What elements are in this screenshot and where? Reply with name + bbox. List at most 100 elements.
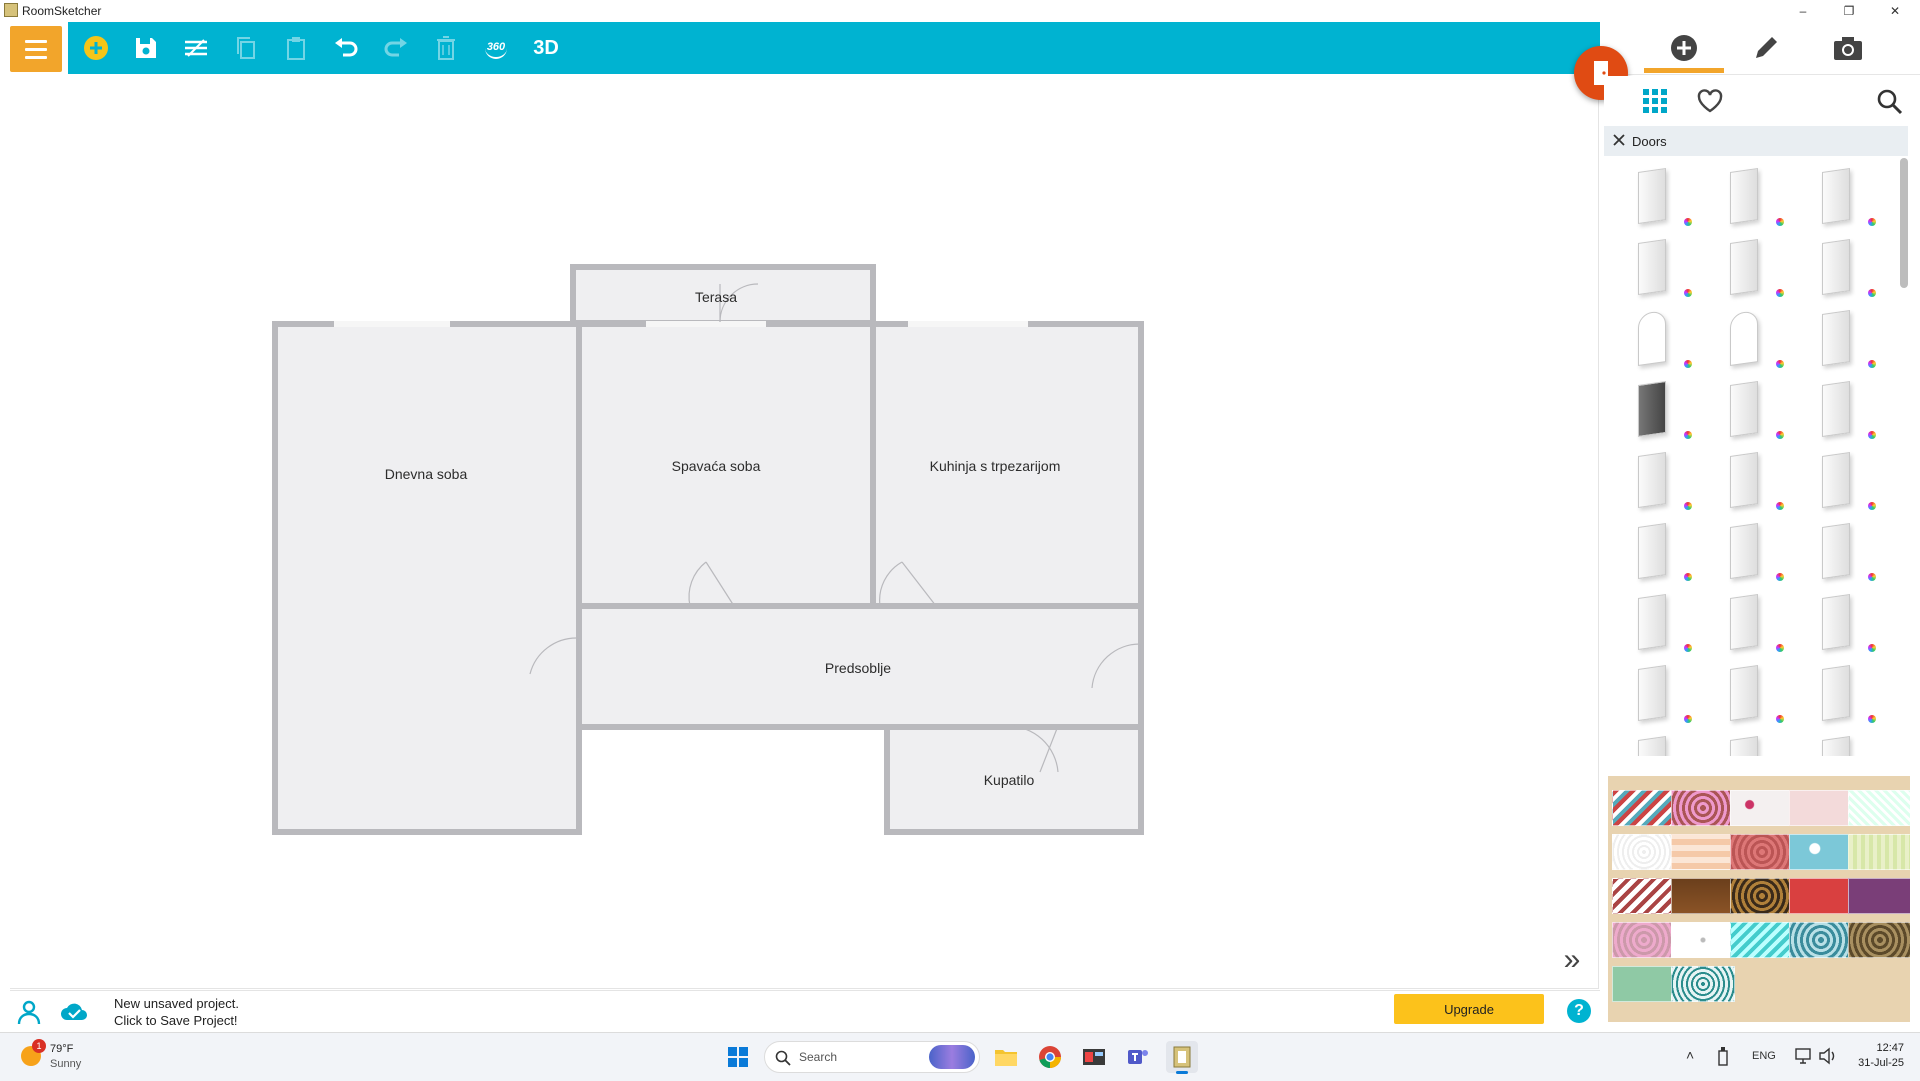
door-catalog-item[interactable] bbox=[1792, 590, 1882, 656]
save-project-prompt[interactable]: New unsaved project. Click to Save Proje… bbox=[114, 995, 239, 1029]
delete-button[interactable] bbox=[424, 22, 468, 74]
network-tray-icon[interactable] bbox=[1794, 1047, 1814, 1065]
view-360-button[interactable]: 360 bbox=[474, 22, 518, 74]
material-swatch[interactable] bbox=[1671, 966, 1735, 1002]
door-catalog-item[interactable] bbox=[1608, 164, 1698, 230]
door-catalog-item[interactable] bbox=[1700, 164, 1790, 230]
save-button[interactable] bbox=[124, 22, 168, 74]
maximize-button[interactable]: ❐ bbox=[1826, 0, 1872, 22]
teams-app[interactable] bbox=[1122, 1041, 1154, 1073]
account-button[interactable] bbox=[16, 999, 42, 1025]
grid-view-button[interactable] bbox=[1642, 88, 1668, 114]
door-catalog-item[interactable] bbox=[1792, 164, 1882, 230]
door-catalog-item[interactable] bbox=[1792, 661, 1882, 727]
weather-widget[interactable]: 1 bbox=[18, 1039, 46, 1069]
door-catalog-item[interactable] bbox=[1700, 732, 1790, 756]
material-swatch[interactable] bbox=[1730, 790, 1794, 826]
door-catalog-item[interactable] bbox=[1608, 448, 1698, 514]
drawing-canvas[interactable]: da Terasa Dnevna soba Spavaća soba Kuhin… bbox=[10, 78, 1599, 989]
door-catalog-item[interactable] bbox=[1700, 235, 1790, 301]
material-swatch[interactable] bbox=[1730, 922, 1794, 958]
weather-text[interactable]: 79°F Sunny bbox=[50, 1042, 81, 1072]
door-catalog-item[interactable] bbox=[1792, 306, 1882, 372]
door-catalog-item[interactable] bbox=[1792, 732, 1882, 756]
door-catalog-item[interactable] bbox=[1608, 661, 1698, 727]
material-swatch[interactable] bbox=[1848, 878, 1910, 914]
material-swatch[interactable] bbox=[1612, 922, 1676, 958]
close-icon bbox=[1613, 134, 1625, 146]
terminal-app[interactable] bbox=[1078, 1041, 1110, 1073]
door-catalog-item[interactable] bbox=[1792, 519, 1882, 585]
door-catalog-item[interactable] bbox=[1700, 519, 1790, 585]
door-catalog-item[interactable] bbox=[1700, 661, 1790, 727]
material-swatch[interactable] bbox=[1789, 878, 1853, 914]
material-swatch[interactable] bbox=[1848, 790, 1910, 826]
start-button[interactable] bbox=[722, 1041, 754, 1073]
floor-levels-button[interactable] bbox=[174, 22, 218, 74]
tab-camera[interactable] bbox=[1808, 22, 1888, 74]
door-catalog-item[interactable] bbox=[1700, 377, 1790, 443]
material-swatch[interactable] bbox=[1671, 790, 1735, 826]
hamburger-menu-button[interactable] bbox=[10, 26, 62, 72]
door-thumbnail bbox=[1730, 310, 1758, 366]
file-explorer-app[interactable] bbox=[990, 1041, 1022, 1073]
material-swatch[interactable] bbox=[1612, 878, 1676, 914]
material-swatch[interactable] bbox=[1671, 922, 1735, 958]
redo-button[interactable] bbox=[374, 22, 418, 74]
search-icon bbox=[775, 1050, 791, 1066]
material-swatch[interactable] bbox=[1848, 834, 1910, 870]
door-catalog-item[interactable] bbox=[1608, 235, 1698, 301]
door-catalog-item[interactable] bbox=[1700, 306, 1790, 372]
tab-edit[interactable] bbox=[1726, 22, 1806, 74]
show-hidden-icons-button[interactable]: ˄ bbox=[1686, 1047, 1694, 1063]
material-swatch[interactable] bbox=[1848, 922, 1910, 958]
language-indicator[interactable]: ENG bbox=[1752, 1050, 1776, 1062]
material-swatch[interactable] bbox=[1612, 834, 1676, 870]
material-swatch[interactable] bbox=[1730, 878, 1794, 914]
taskbar-search-box[interactable]: Search bbox=[764, 1041, 980, 1073]
door-catalog-item[interactable] bbox=[1608, 732, 1698, 756]
door-catalog-item[interactable] bbox=[1792, 377, 1882, 443]
close-category-button[interactable] bbox=[1612, 133, 1626, 147]
door-thumbnail bbox=[1730, 381, 1758, 437]
door-catalog-item[interactable] bbox=[1792, 235, 1882, 301]
room-label-predsoblje: Predsoblje bbox=[824, 660, 892, 676]
close-button[interactable]: ✕ bbox=[1872, 0, 1918, 22]
catalog-scrollbar[interactable] bbox=[1900, 158, 1908, 288]
material-swatch[interactable] bbox=[1671, 878, 1735, 914]
upgrade-button[interactable]: Upgrade bbox=[1394, 994, 1544, 1024]
tab-add[interactable] bbox=[1644, 22, 1724, 74]
door-catalog-item[interactable] bbox=[1608, 519, 1698, 585]
search-button[interactable] bbox=[1876, 88, 1904, 116]
roomsketcher-app[interactable] bbox=[1166, 1041, 1198, 1074]
door-catalog-item[interactable] bbox=[1608, 377, 1698, 443]
material-swatch[interactable] bbox=[1789, 834, 1853, 870]
add-project-button[interactable] bbox=[74, 22, 118, 74]
undo-button[interactable] bbox=[324, 22, 368, 74]
material-swatch[interactable] bbox=[1671, 834, 1735, 870]
usb-tray-icon[interactable] bbox=[1716, 1045, 1730, 1067]
door-catalog-item[interactable] bbox=[1700, 590, 1790, 656]
material-swatch[interactable] bbox=[1789, 790, 1853, 826]
volume-tray-icon[interactable] bbox=[1818, 1047, 1838, 1065]
cloud-sync-button[interactable] bbox=[60, 1000, 88, 1024]
status-line-1: New unsaved project. bbox=[114, 996, 240, 1011]
paste-button[interactable] bbox=[274, 22, 318, 74]
color-options-icon bbox=[1776, 360, 1784, 368]
material-swatch[interactable] bbox=[1612, 790, 1676, 826]
door-catalog-item[interactable] bbox=[1700, 448, 1790, 514]
chrome-app[interactable] bbox=[1034, 1041, 1066, 1073]
minimize-button[interactable]: – bbox=[1780, 0, 1826, 22]
material-swatch[interactable] bbox=[1730, 834, 1794, 870]
door-catalog-item[interactable] bbox=[1608, 590, 1698, 656]
door-catalog-item[interactable] bbox=[1792, 448, 1882, 514]
favorites-button[interactable] bbox=[1696, 88, 1724, 114]
system-clock[interactable]: 12:47 31-Jul-25 bbox=[1848, 1041, 1904, 1071]
collapse-panel-button[interactable]: » bbox=[1556, 943, 1588, 976]
help-button[interactable]: ? bbox=[1567, 999, 1591, 1023]
view-3d-button[interactable]: 3D bbox=[524, 22, 568, 74]
material-swatch[interactable] bbox=[1789, 922, 1853, 958]
door-catalog-item[interactable] bbox=[1608, 306, 1698, 372]
material-swatch[interactable] bbox=[1612, 966, 1676, 1002]
copy-button[interactable] bbox=[224, 22, 268, 74]
